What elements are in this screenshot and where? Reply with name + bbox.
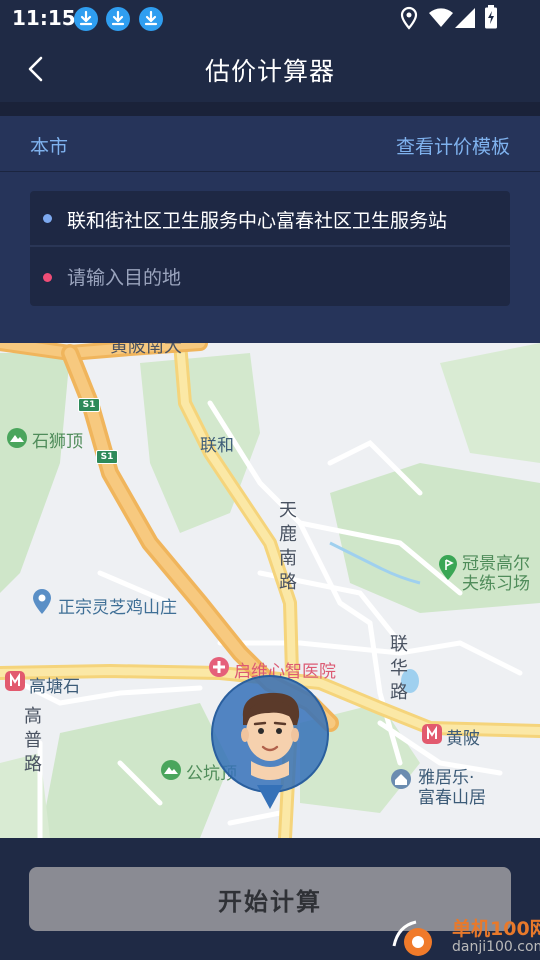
route-shield-s1: S1 [78,398,100,412]
battery-charging-icon [484,5,498,33]
golf-pin-icon [438,555,458,585]
wifi-icon [428,8,454,32]
map-label-zhengzong: 正宗灵芝鸡山庄 [58,598,177,618]
status-time: 11:15 [12,6,76,30]
header-divider [0,102,540,116]
avatar-pin-icon [211,675,329,809]
watermark-name: 单机100网 [452,918,540,940]
map-label-top-road: 黄陂南大 [110,343,182,357]
route-shield-s1: S1 [96,450,118,464]
origin-dot [43,214,52,223]
city-selector[interactable]: 本市 [30,132,68,159]
city-row: 本市 查看计价模板 [0,116,540,172]
watermark-logo-icon [392,920,432,956]
origin-row[interactable]: 联和街社区卫生服务中心富春社区卫生服务站 [30,191,510,247]
watermark-url: danji100.com [452,939,540,955]
map-label-gaopu-road: 高普路 [24,706,42,775]
mountain-icon [6,427,28,453]
origin-address: 联和街社区卫生服务中心富春社区卫生服务站 [67,210,448,232]
map-label-gaotangshi: 高塘石 [29,677,80,697]
signal-icon [454,7,476,33]
map-label-shishiding: 石狮顶 [32,432,83,452]
address-card: 联和街社区卫生服务中心富春社区卫生服务站 [30,191,510,306]
mountain-icon [160,759,182,785]
view-pricing-template-link[interactable]: 查看计价模板 [396,132,510,159]
location-marker[interactable] [209,673,331,813]
map-label-guanjing-2: 夫练习场 [462,574,530,594]
route-panel: 联和街社区卫生服务中心富春社区卫生服务站 [0,172,540,343]
page-title: 估价计算器 [204,57,335,86]
download-icon [106,7,130,31]
destination-row[interactable] [30,250,510,306]
map-view[interactable]: 黄陂南大 S1 S1 石狮顶 联和 天鹿南路 冠景高尔 夫练习场 正宗灵芝鸡山庄… [0,343,540,838]
map-label-tianlu-road: 天鹿南路 [279,500,297,593]
destination-dot [43,273,52,282]
watermark: 单机100网 danji100.com [390,914,540,960]
poi-pin-icon [32,589,52,619]
download-icon [74,7,98,31]
status-bar: 11:15 [0,0,540,36]
residence-icon [390,768,412,794]
metro-icon [421,723,443,749]
navbar: 估价计算器 [0,36,540,102]
map-label-huangpi: 黄陂 [446,729,480,749]
download-icon [139,7,163,31]
destination-input[interactable] [67,263,487,293]
location-icon [399,6,419,34]
map-label-lianhe: 联和 [200,436,234,456]
map-label-lianhua-road: 联华路 [390,634,408,703]
metro-icon [4,670,26,696]
map-label-fuchun: 富春山居 [418,788,486,808]
